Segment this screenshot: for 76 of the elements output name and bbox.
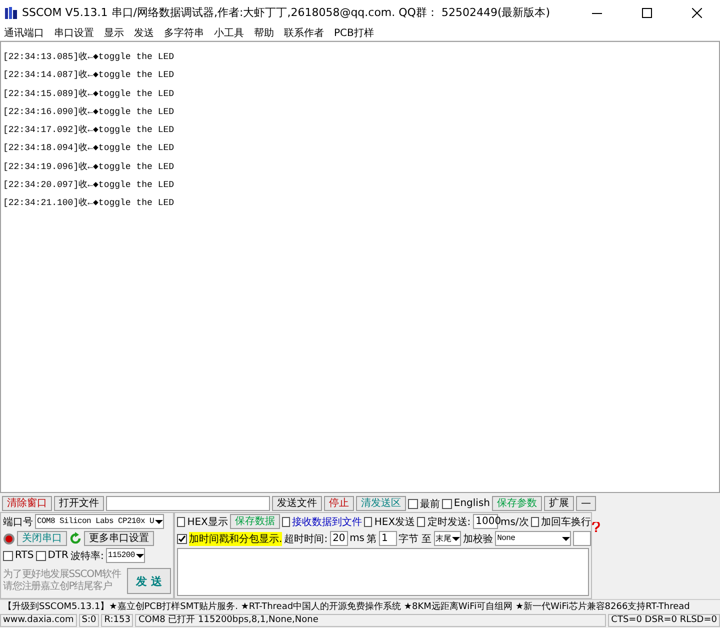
checkbox[interactable] <box>442 498 452 508</box>
menu-item[interactable]: 小工具 <box>214 26 244 40</box>
maximize-icon <box>642 8 652 18</box>
send-button[interactable]: 发 送 <box>127 568 171 594</box>
checkbox-label: 加回车换行 <box>541 516 591 528</box>
menu-item[interactable]: PCB打样 <box>334 26 374 40</box>
log-line: [22:34:19.096]收←◆toggle the LED <box>3 160 176 174</box>
log-line: [22:34:16.090]收←◆toggle the LED <box>3 106 176 119</box>
menu-item[interactable]: 多字符串 <box>164 26 204 40</box>
menu-item[interactable]: 联系作者 <box>284 26 324 40</box>
checkbox-label: DTR <box>48 550 68 561</box>
menu-item[interactable]: 显示 <box>104 26 124 40</box>
status-cell: COM8 已打开 115200bps,8,1,None,None <box>135 614 606 627</box>
field-label: 加校验 <box>463 532 494 546</box>
caret-icon <box>155 518 164 524</box>
input-field[interactable]: 20 <box>330 531 348 546</box>
status-cell: CTS=0 DSR=0 RLSD=0 <box>608 614 720 627</box>
status-cell: S:0 <box>78 614 100 627</box>
caret-icon <box>136 552 144 558</box>
log-line: [22:34:15.089]收←◆toggle the LED <box>3 88 176 101</box>
log-line: [22:34:14.087]收←◆toggle the LED <box>3 69 176 82</box>
checkbox-label: 接收数据到文件 <box>292 516 362 528</box>
log-line: [22:34:13.085]收←◆toggle the LED <box>3 51 176 64</box>
field-label: 波特率: <box>70 550 104 562</box>
checkbox-label: 最前 <box>420 498 440 510</box>
menu-item[interactable]: 发送 <box>134 26 154 40</box>
input-field[interactable] <box>573 531 591 546</box>
field-label: 第 <box>366 532 377 546</box>
window-title: SSCOM V5.13.1 串口/网络数据调试器,作者:大虾丁丁,2618058@qq.com. QQ群： 52502449(最新版本) <box>22 5 552 20</box>
checkbox-label: English <box>454 498 490 509</box>
menu-item[interactable]: 通讯端口 <box>4 26 44 40</box>
status-cell: www.daxia.com <box>0 614 77 627</box>
checkbox[interactable] <box>282 516 290 526</box>
checkbox[interactable] <box>3 550 13 560</box>
news-ticker: 【升级到SSCOM5.13.1】★嘉立创PCB打样SMT贴片服务. ★RT-Thread中国人的开源免费操作系统 ★8KM远距离WiFi可自组网 ★新一代WiFi芯片兼容8266支持RT-Thread <box>0 599 720 614</box>
dropdown[interactable]: 115200 <box>106 548 145 563</box>
notice-text: 为了更好地发展SSCOM软件 <box>3 569 122 580</box>
status-cell: R:153 <box>101 614 134 627</box>
field-label: 端口号 <box>3 516 33 528</box>
field-label: 字节 至 <box>398 532 432 546</box>
checkbox[interactable] <box>36 550 46 560</box>
status-led-icon <box>3 532 15 544</box>
app-icon <box>4 6 18 20</box>
checkbox-label: HEX显示 <box>187 516 228 528</box>
log-line: [22:34:21.100]收←◆toggle the LED <box>3 197 176 210</box>
input-field[interactable]: 1 <box>378 531 397 546</box>
checkbox[interactable] <box>417 516 426 526</box>
caret-icon <box>452 536 460 542</box>
menu-item[interactable]: 串口设置 <box>54 26 94 40</box>
menu-item[interactable]: 帮助 <box>254 26 274 40</box>
checkbox-label: HEX发送 <box>374 516 416 528</box>
log-line: [22:34:18.094]收←◆toggle the LED <box>3 142 176 156</box>
checkbox[interactable] <box>530 516 539 526</box>
help-icon[interactable] <box>592 522 600 532</box>
dropdown[interactable]: COM8 Silicon Labs CP210x U <box>35 514 164 529</box>
checkbox-label: 加时间戳和分包显示. <box>189 532 282 546</box>
field-label: 超时时间: <box>284 532 328 546</box>
input-field[interactable]: 1000 <box>472 514 498 529</box>
checkbox-label: RTS <box>15 550 34 561</box>
send-text-area[interactable] <box>177 548 589 596</box>
caret-icon <box>562 536 570 542</box>
refresh-icon[interactable] <box>69 532 82 545</box>
notice-text: 请您注册嘉立创P结尾客户 <box>3 581 113 593</box>
dropdown[interactable]: 末尾 <box>434 531 462 546</box>
file-path-field[interactable] <box>106 496 270 511</box>
field-label: ms <box>350 533 365 544</box>
checkbox[interactable] <box>364 516 372 526</box>
checkbox[interactable] <box>177 516 186 526</box>
checkbox-label: 定时发送: <box>427 516 471 528</box>
dropdown[interactable]: None <box>495 531 571 546</box>
log-line: [22:34:17.092]收←◆toggle the LED <box>3 124 176 138</box>
log-line: [22:34:20.097]收←◆toggle the LED <box>3 179 176 192</box>
close-icon <box>692 8 702 18</box>
field-label: ms/次 <box>500 516 529 528</box>
checkbox[interactable] <box>408 498 418 508</box>
checkbox[interactable] <box>177 534 187 544</box>
